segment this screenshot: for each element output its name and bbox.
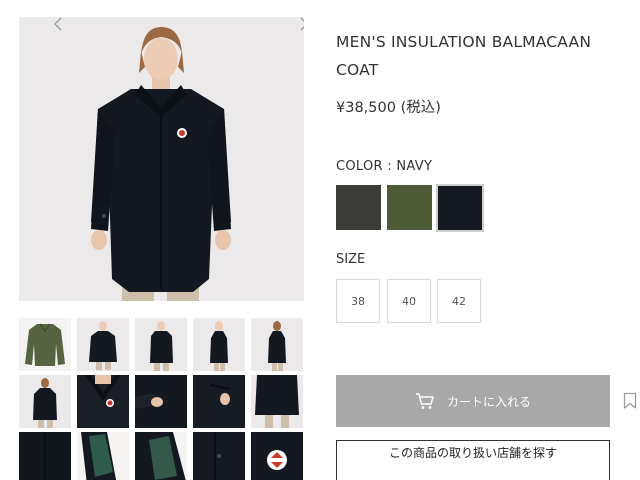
size-label: SIZE <box>336 252 366 267</box>
bookmark-icon[interactable] <box>623 392 637 410</box>
size-option-40[interactable]: 40 <box>387 279 431 323</box>
color-label: COLOR : NAVY <box>336 159 433 174</box>
thumbnail-back[interactable] <box>19 375 71 428</box>
color-swatch-navy[interactable] <box>436 184 484 232</box>
thumbnail-hem-detail[interactable] <box>251 375 303 428</box>
thumbnail-lining-2[interactable] <box>135 432 187 480</box>
thumbnail-side-2[interactable] <box>251 318 303 371</box>
color-swatch-charcoal[interactable] <box>336 185 381 230</box>
add-to-cart-button[interactable]: カートに入れる <box>336 375 610 427</box>
size-option-42[interactable]: 42 <box>437 279 481 323</box>
thumbnail-front[interactable] <box>77 318 129 371</box>
product-title-line1: MEN'S INSULATION BALMACAAN <box>336 33 592 51</box>
thumbnail-pocket-detail[interactable] <box>193 375 245 428</box>
thumbnail-collar-detail[interactable] <box>77 375 129 428</box>
find-store-label: この商品の取り扱い店舗を探す <box>388 445 557 460</box>
thumbnail-olive-flat[interactable] <box>19 318 71 371</box>
cart-icon <box>415 393 434 409</box>
thumbnail-button-detail[interactable] <box>193 432 245 480</box>
product-price: ¥38,500 (税込) <box>336 100 441 116</box>
chevron-right-icon[interactable] <box>299 17 304 31</box>
coat-model-illustration <box>19 17 304 301</box>
size-option-38[interactable]: 38 <box>336 279 380 323</box>
thumbnail-grid <box>19 318 305 480</box>
chevron-left-icon[interactable] <box>53 17 63 31</box>
thumbnail-angle[interactable] <box>135 318 187 371</box>
thumbnail-lining[interactable] <box>77 432 129 480</box>
thumbnail-fabric[interactable] <box>19 432 71 480</box>
thumbnail-logo-detail[interactable] <box>251 432 303 480</box>
thumbnail-side[interactable] <box>193 318 245 371</box>
product-title-line2: COAT <box>336 61 379 79</box>
find-store-button[interactable]: この商品の取り扱い店舗を探す <box>336 440 610 480</box>
product-title: MEN'S INSULATION BALMACAAN COAT <box>336 28 626 84</box>
thumbnail-hand-detail[interactable] <box>135 375 187 428</box>
add-to-cart-label: カートに入れる <box>446 394 531 409</box>
color-swatch-olive[interactable] <box>387 185 432 230</box>
main-product-image[interactable] <box>19 17 304 301</box>
